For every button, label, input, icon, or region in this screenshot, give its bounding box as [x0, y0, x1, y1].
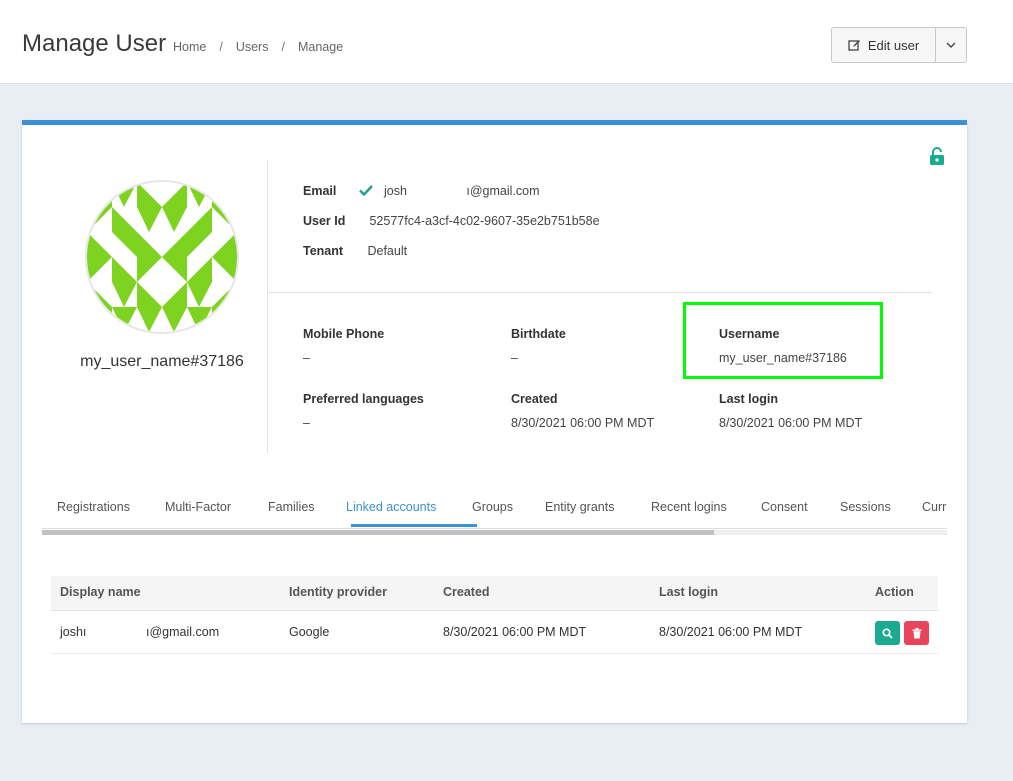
tab-entity-grants[interactable]: Entity grants — [545, 500, 614, 514]
search-icon — [882, 627, 893, 639]
vertical-divider — [267, 160, 268, 453]
check-icon — [359, 185, 374, 197]
table-header: Display name Identity provider Created L… — [51, 576, 938, 611]
tab-recent-logins[interactable]: Recent logins — [651, 500, 727, 514]
tabs-scrollbar[interactable] — [42, 530, 947, 535]
preferred-languages-label: Preferred languages — [303, 392, 424, 406]
tab-current[interactable]: Curr — [922, 500, 946, 514]
email-row: Email josh ı@gmail.com — [303, 184, 540, 198]
tab-sessions[interactable]: Sessions — [840, 500, 891, 514]
tenant-label: Tenant — [303, 244, 344, 258]
tenant-row: Tenant Default — [303, 244, 407, 258]
avatar-image — [87, 182, 237, 332]
breadcrumb-manage: Manage — [297, 40, 344, 54]
avatar — [85, 180, 239, 334]
edit-user-dropdown-toggle[interactable] — [936, 28, 966, 62]
breadcrumb-home[interactable]: Home — [173, 40, 206, 54]
birthdate-label: Birthdate — [511, 327, 566, 341]
view-link-button[interactable] — [875, 621, 900, 645]
trash-icon — [912, 627, 921, 638]
tabs-scrollbar-thumb[interactable] — [42, 530, 714, 535]
identity-provider-cell: Google — [289, 625, 330, 639]
edit-user-label: Edit user — [867, 37, 920, 53]
column-identity-provider: Identity provider — [289, 585, 387, 599]
tenant-value: Default — [367, 244, 408, 258]
user-display-name: my_user_name#37186 — [80, 353, 244, 370]
created-value: 8/30/2021 06:00 PM MDT — [511, 416, 655, 430]
created-cell: 8/30/2021 06:00 PM MDT — [443, 625, 587, 639]
username-highlight-box — [683, 302, 883, 379]
chevron-down-icon — [946, 42, 956, 48]
table-row: joshı ı@gmail.com Google 8/30/2021 06:00… — [51, 611, 938, 654]
email-label: Email — [303, 184, 337, 198]
column-display-name: Display name — [60, 585, 141, 599]
display-name-part2: ı@gmail.com — [146, 625, 220, 639]
breadcrumb: Home / Users / Manage — [173, 40, 343, 54]
edit-user-button[interactable]: Edit user — [832, 28, 936, 62]
tab-multi-factor[interactable]: Multi-Factor — [165, 500, 231, 514]
tab-groups[interactable]: Groups — [472, 500, 513, 514]
last-login-value: 8/30/2021 06:00 PM MDT — [719, 416, 863, 430]
created-label: Created — [511, 392, 558, 406]
breadcrumb-separator: / — [219, 40, 223, 54]
tab-linked-accounts[interactable]: Linked accounts — [346, 500, 436, 514]
unlock-icon[interactable] — [929, 147, 945, 165]
top-bar: Manage User Home / Users / Manage Edit user — [0, 0, 1013, 84]
tabs-divider — [42, 528, 947, 529]
edit-user-button-group: Edit user — [831, 27, 967, 63]
breadcrumb-separator: / — [281, 40, 285, 54]
delete-link-button[interactable] — [904, 621, 929, 645]
breadcrumb-users[interactable]: Users — [236, 40, 269, 54]
email-value-part2: ı@gmail.com — [466, 184, 540, 198]
column-action: Action — [875, 585, 914, 599]
last-login-cell: 8/30/2021 06:00 PM MDT — [659, 625, 803, 639]
display-name-part1: joshı — [60, 625, 87, 639]
email-value-part1: josh — [383, 184, 407, 198]
last-login-label: Last login — [719, 392, 779, 406]
user-card: my_user_name#37186 Email josh ı@gmail.co… — [22, 120, 967, 723]
tab-consent[interactable]: Consent — [761, 500, 808, 514]
tab-registrations[interactable]: Registrations — [57, 500, 130, 514]
user-id-label: User Id — [303, 214, 346, 228]
page-title: Manage User — [22, 30, 167, 57]
column-last-login: Last login — [659, 585, 719, 599]
mobile-phone-value: – — [303, 351, 310, 365]
mobile-phone-label: Mobile Phone — [303, 327, 385, 341]
linked-accounts-table: Display name Identity provider Created L… — [51, 576, 938, 654]
user-id-row: User Id 52577fc4-a3cf-4c02-9607-35e2b751… — [303, 214, 600, 228]
edit-icon — [848, 40, 860, 51]
preferred-languages-value: – — [303, 416, 310, 430]
user-id-value: 52577fc4-a3cf-4c02-9607-35e2b751b58e — [369, 214, 600, 228]
birthdate-value: – — [511, 351, 518, 365]
horizontal-divider — [268, 292, 932, 293]
active-tab-indicator — [351, 524, 477, 527]
tab-families[interactable]: Families — [268, 500, 315, 514]
column-created: Created — [443, 585, 490, 599]
